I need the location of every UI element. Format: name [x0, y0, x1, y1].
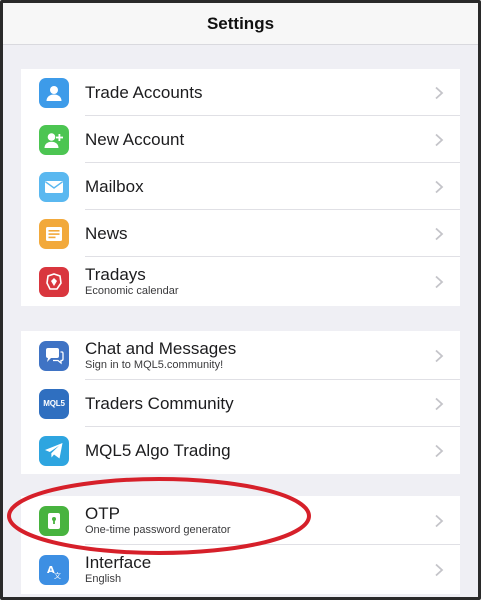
settings-item-chat-and-messages[interactable]: Chat and Messages Sign in to MQL5.commun…: [21, 331, 460, 380]
settings-item-new-account[interactable]: New Account: [21, 116, 460, 163]
settings-group-security: OTP One-time password generator A文 Inter…: [21, 496, 460, 594]
settings-item-trade-accounts[interactable]: Trade Accounts: [21, 69, 460, 116]
chevron-right-icon: [435, 227, 444, 240]
chevron-right-icon: [435, 349, 444, 362]
chevron-right-icon: [435, 86, 444, 99]
settings-item-mql5-algo-trading[interactable]: MQL5 Algo Trading: [21, 427, 460, 474]
item-label: Traders Community: [85, 393, 234, 413]
mql5-community-icon: MQL5: [39, 388, 69, 419]
telegram-icon: [39, 435, 69, 466]
chevron-right-icon: [435, 275, 444, 288]
item-label: Trade Accounts: [85, 82, 203, 102]
settings-item-news[interactable]: News: [21, 210, 460, 257]
settings-item-mailbox[interactable]: Mailbox: [21, 163, 460, 210]
item-label: News: [85, 223, 128, 243]
settings-item-traders-community[interactable]: MQL5 Traders Community: [21, 380, 460, 427]
settings-item-tradays[interactable]: Tradays Economic calendar: [21, 257, 460, 306]
chevron-right-icon: [435, 563, 444, 576]
svg-text:文: 文: [54, 571, 61, 579]
settings-item-otp[interactable]: OTP One-time password generator: [21, 496, 460, 545]
item-label: OTP: [85, 504, 120, 523]
calendar-icon: [39, 266, 69, 297]
chat-icon: [39, 340, 69, 371]
item-subtitle: Sign in to MQL5.community!: [85, 359, 224, 371]
chevron-right-icon: [435, 133, 444, 146]
chevron-right-icon: [435, 514, 444, 527]
lock-icon: [39, 505, 69, 536]
chevron-right-icon: [435, 180, 444, 193]
add-person-icon: [39, 124, 69, 155]
person-icon: [39, 77, 69, 108]
item-subtitle: One-time password generator: [85, 524, 231, 536]
news-icon: [39, 218, 69, 249]
navigation-bar: Settings: [3, 3, 478, 45]
item-label: Chat and Messages: [85, 339, 237, 358]
settings-group-community: Chat and Messages Sign in to MQL5.commun…: [21, 331, 460, 474]
item-label: MQL5 Algo Trading: [85, 440, 231, 460]
settings-group-accounts: Trade Accounts New Account Mailbox News: [21, 69, 460, 306]
page-title: Settings: [206, 13, 275, 33]
item-label: New Account: [85, 129, 185, 149]
mail-icon: [39, 171, 69, 202]
chevron-right-icon: [435, 444, 444, 457]
item-subtitle: English: [85, 573, 122, 585]
language-icon: A文: [39, 554, 69, 585]
settings-item-interface[interactable]: A文 Interface English: [21, 545, 460, 594]
item-subtitle: Economic calendar: [85, 285, 179, 297]
chevron-right-icon: [435, 397, 444, 410]
settings-screen: Settings Trade Accounts New Account Mail…: [0, 0, 481, 600]
item-label: Tradays: [85, 265, 146, 284]
item-label: Interface: [85, 553, 152, 572]
item-label: Mailbox: [85, 176, 144, 196]
